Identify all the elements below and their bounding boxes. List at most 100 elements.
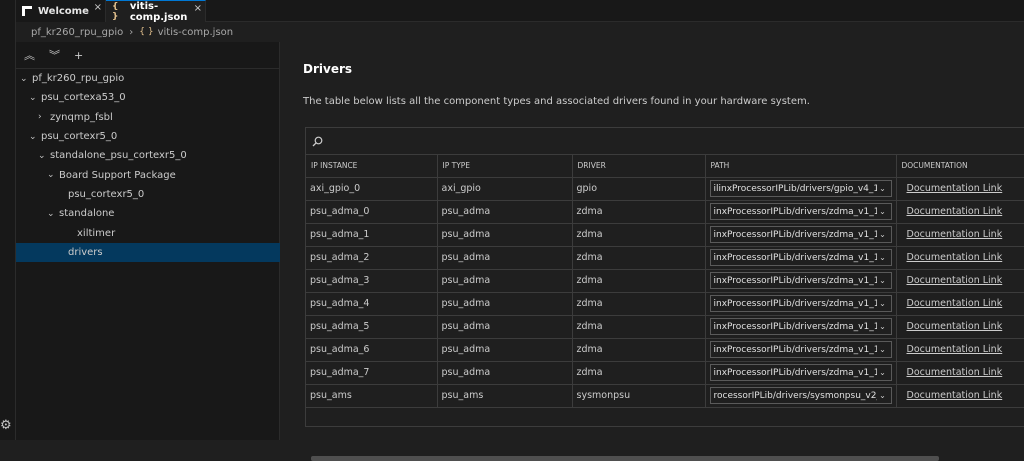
horizontal-scrollbar[interactable] (311, 456, 939, 461)
documentation-link[interactable]: Documentation Link (907, 321, 1003, 332)
path-value: inxProcessorIPLib/drivers/zdma_v1_17 (713, 298, 877, 309)
page-description: The table below lists all the component … (303, 96, 810, 107)
cell-documentation: Documentation Link (896, 292, 1024, 316)
path-dropdown[interactable]: inxProcessorIPLib/drivers/zdma_v1_17 ⌄ (709, 341, 892, 358)
path-value: rocessorIPLib/drivers/sysmonpsu_v2_9 (713, 390, 877, 401)
chevron-down-icon: ⌄ (47, 170, 55, 181)
tree-item[interactable]: ⌄ standalone (16, 204, 280, 223)
path-value: inxProcessorIPLib/drivers/zdma_v1_17 (713, 229, 877, 240)
tab-bar: Welcome × { } vitis-comp.json × (16, 0, 1024, 23)
documentation-link[interactable]: Documentation Link (907, 206, 1003, 217)
breadcrumb-project[interactable]: pf_kr260_rpu_gpio (31, 27, 123, 38)
documentation-link[interactable]: Documentation Link (907, 229, 1003, 240)
tab-label: Welcome (38, 5, 89, 17)
tree-item-label: psu_cortexr5_0 (68, 188, 145, 200)
breadcrumb: pf_kr260_rpu_gpio › { } vitis-comp.json (16, 22, 1024, 42)
path-value: inxProcessorIPLib/drivers/zdma_v1_17 (713, 321, 877, 332)
documentation-link[interactable]: Documentation Link (907, 298, 1003, 309)
cell-documentation: Documentation Link (896, 223, 1024, 247)
path-dropdown[interactable]: inxProcessorIPLib/drivers/zdma_v1_17 ⌄ (709, 295, 892, 312)
cell-path: inxProcessorIPLib/drivers/zdma_v1_17 ⌄ (705, 200, 897, 224)
json-file-icon: { } (112, 1, 119, 22)
tree-item[interactable]: drivers (16, 242, 280, 262)
tab-vitis-comp[interactable]: { } vitis-comp.json × (106, 0, 206, 23)
cell-driver: sysmonpsu (572, 384, 706, 408)
cell-documentation: Documentation Link (896, 384, 1024, 408)
tree-item-label: standalone_psu_cortexr5_0 (50, 150, 187, 162)
cell-driver: zdma (572, 361, 706, 385)
table-row: psu_adma_4 psu_adma zdma inxProcessorIPLib/… (306, 292, 1024, 316)
chevron-down-icon: ⌄ (29, 92, 37, 103)
chevron-down-icon: ⌄ (879, 345, 886, 354)
sidebar-toolbar: ︽ ︾ + (16, 42, 279, 69)
chevron-down-icon: ⌄ (879, 322, 886, 331)
table-header-row: IP INSTANCE IP TYPE DRIVER PATH DOCUMENT… (306, 155, 1024, 178)
cell-path: ilinxProcessorIPLib/drivers/gpio_v4_10 ⌄ (705, 177, 897, 201)
path-dropdown[interactable]: rocessorIPLib/drivers/sysmonpsu_v2_9 ⌄ (709, 387, 892, 404)
table-row: psu_adma_2 psu_adma zdma inxProcessorIPLib/… (306, 246, 1024, 270)
path-value: inxProcessorIPLib/drivers/zdma_v1_17 (713, 275, 877, 286)
search-bar[interactable] (306, 128, 1024, 155)
column-header: DOCUMENTATION (896, 155, 1024, 178)
chevron-down-icon: ⌄ (879, 253, 886, 262)
table-row: axi_gpio_0 axi_gpio gpio ilinxProcessorIPLi… (306, 177, 1024, 201)
documentation-link[interactable]: Documentation Link (907, 252, 1003, 263)
column-header: PATH (705, 155, 897, 178)
tab-welcome[interactable]: Welcome × (16, 0, 106, 22)
tree-item-label: pf_kr260_rpu_gpio (32, 73, 125, 85)
main-editor: Drivers The table below lists all the co… (281, 42, 1024, 461)
documentation-link[interactable]: Documentation Link (907, 183, 1003, 194)
tree-item[interactable]: ⌄ Board Support Package (16, 165, 280, 184)
tree-item[interactable]: ⌄ pf_kr260_rpu_gpio (16, 69, 280, 88)
tree-item[interactable]: ⌄ psu_cortexr5_0 (16, 127, 280, 146)
path-dropdown[interactable]: inxProcessorIPLib/drivers/zdma_v1_17 ⌄ (709, 364, 892, 381)
path-dropdown[interactable]: inxProcessorIPLib/drivers/zdma_v1_17 ⌄ (709, 272, 892, 289)
cell-instance: psu_adma_6 (306, 338, 438, 362)
cell-type: psu_adma (437, 338, 573, 362)
gear-icon[interactable]: ⚙ (0, 418, 12, 433)
path-dropdown[interactable]: inxProcessorIPLib/drivers/zdma_v1_17 ⌄ (709, 226, 892, 243)
collapse-all-icon[interactable]: ︽ (24, 47, 35, 63)
cell-instance: psu_adma_2 (306, 246, 438, 270)
tab-label: vitis-comp.json (129, 0, 188, 23)
tree-item-label: standalone (59, 208, 115, 220)
page-title: Drivers (303, 62, 353, 76)
cell-driver: gpio (572, 177, 706, 201)
drivers-table: IP INSTANCE IP TYPE DRIVER PATH DOCUMENT… (306, 155, 1024, 408)
chevron-down-icon: ⌄ (47, 208, 55, 219)
table-row: psu_adma_7 psu_adma zdma inxProcessorIPLib/… (306, 361, 1024, 385)
breadcrumb-file[interactable]: vitis-comp.json (158, 27, 234, 38)
cell-instance: psu_adma_3 (306, 269, 438, 293)
tree-item[interactable]: ⌄ psu_cortexa53_0 (16, 88, 280, 107)
path-dropdown[interactable]: inxProcessorIPLib/drivers/zdma_v1_17 ⌄ (709, 203, 892, 220)
cell-type: psu_adma (437, 361, 573, 385)
tree-item[interactable]: ⌄ standalone_psu_cortexr5_0 (16, 146, 280, 165)
close-icon[interactable]: × (94, 2, 102, 13)
cell-type: axi_gpio (437, 177, 573, 201)
table-row: psu_adma_3 psu_adma zdma inxProcessorIPLib/… (306, 269, 1024, 293)
documentation-link[interactable]: Documentation Link (907, 367, 1003, 378)
cell-path: inxProcessorIPLib/drivers/zdma_v1_17 ⌄ (705, 246, 897, 270)
cell-path: inxProcessorIPLib/drivers/zdma_v1_17 ⌄ (705, 361, 897, 385)
cell-instance: psu_adma_7 (306, 361, 438, 385)
path-dropdown[interactable]: inxProcessorIPLib/drivers/zdma_v1_17 ⌄ (709, 318, 892, 335)
path-dropdown[interactable]: ilinxProcessorIPLib/drivers/gpio_v4_10 ⌄ (709, 180, 892, 197)
tree-item[interactable]: › zynqmp_fsbl (16, 108, 280, 127)
cell-driver: zdma (572, 292, 706, 316)
tree-item[interactable]: psu_cortexr5_0 (16, 185, 280, 204)
documentation-link[interactable]: Documentation Link (907, 344, 1003, 355)
tree-item-label: zynqmp_fsbl (50, 111, 113, 123)
cell-driver: zdma (572, 315, 706, 339)
table-row: psu_adma_5 psu_adma zdma inxProcessorIPLib/… (306, 315, 1024, 339)
table-row: psu_ams psu_ams sysmonpsu rocessorIPLib/dri… (306, 384, 1024, 408)
close-icon[interactable]: × (194, 3, 202, 14)
tree-item[interactable]: xiltimer (16, 223, 280, 242)
expand-all-icon[interactable]: ︾ (49, 47, 60, 63)
activity-bar: ⚙ (0, 0, 16, 440)
cell-driver: zdma (572, 223, 706, 247)
documentation-link[interactable]: Documentation Link (907, 390, 1003, 401)
documentation-link[interactable]: Documentation Link (907, 275, 1003, 286)
add-icon[interactable]: + (74, 49, 83, 62)
path-dropdown[interactable]: inxProcessorIPLib/drivers/zdma_v1_17 ⌄ (709, 249, 892, 266)
cell-path: inxProcessorIPLib/drivers/zdma_v1_17 ⌄ (705, 223, 897, 247)
